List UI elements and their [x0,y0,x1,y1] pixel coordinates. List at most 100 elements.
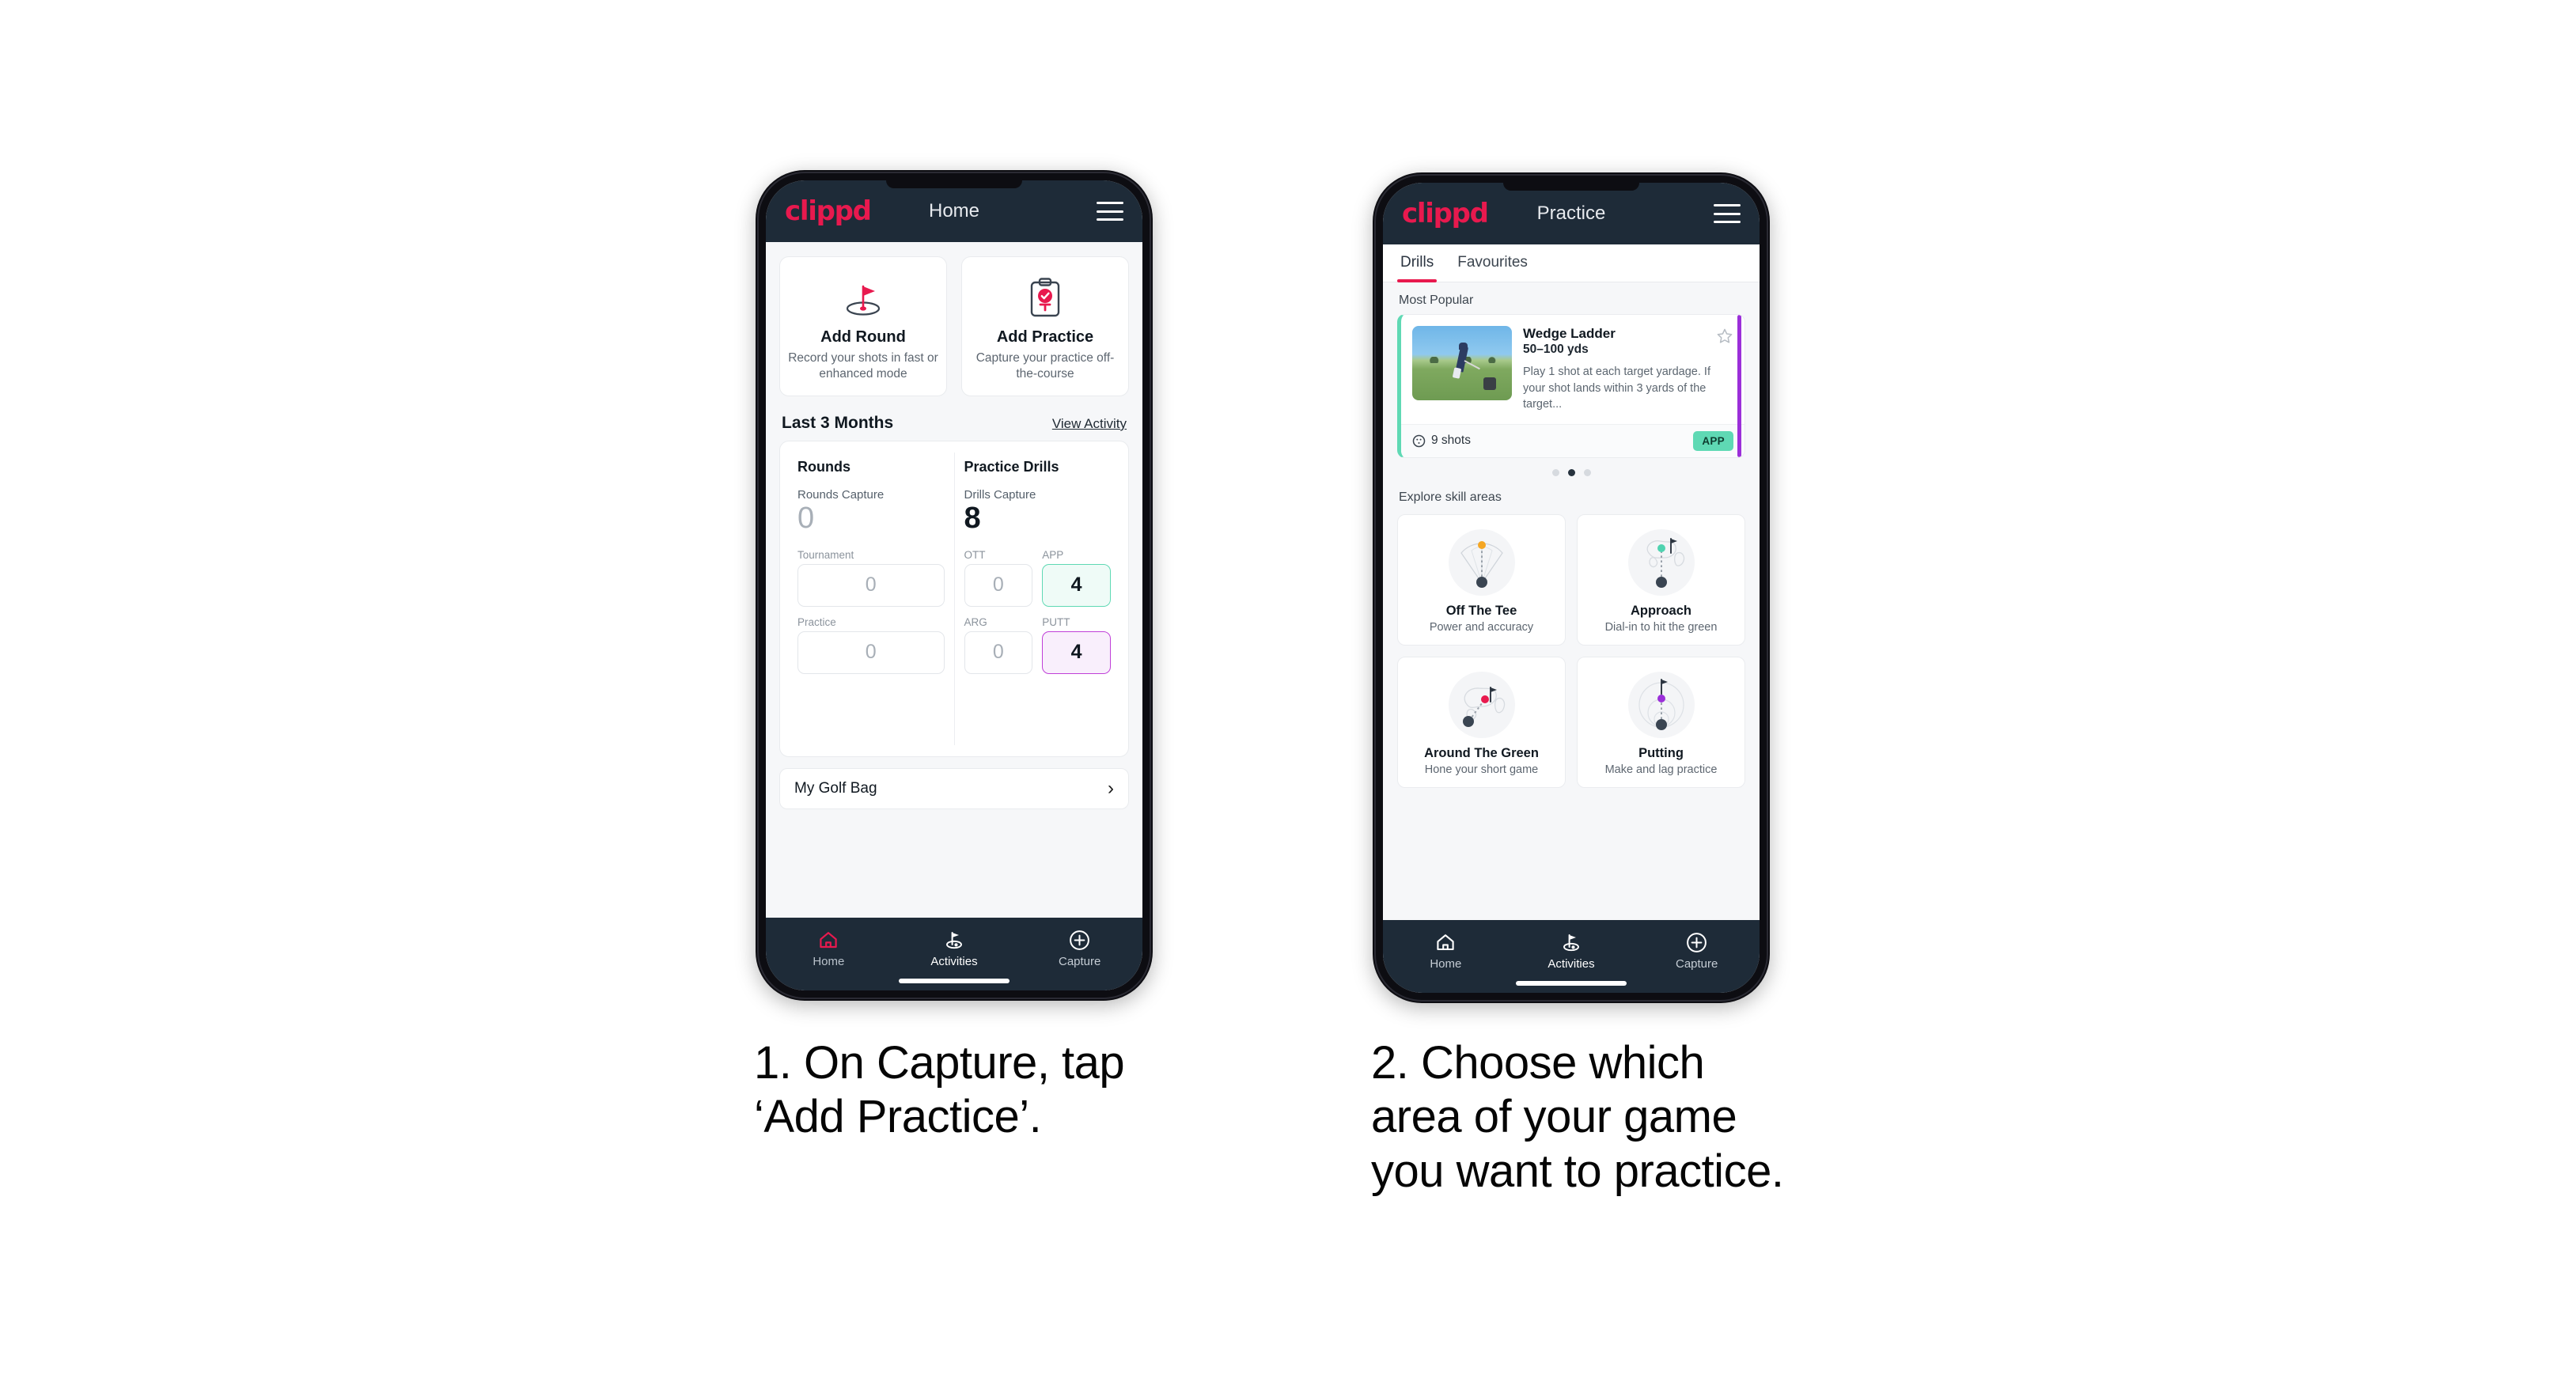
add-practice-card[interactable]: Add Practice Capture your practice off-t… [961,256,1129,396]
drill-shots: 9 shots [1412,434,1471,448]
carousel-dot-active[interactable] [1567,468,1575,476]
drills-heading: Practice Drills [964,458,1059,475]
home-icon [766,928,892,952]
caption-step-2: 2. Choose which area of your game you wa… [1371,1037,1784,1197]
tab-drills[interactable]: Drills [1396,254,1438,282]
add-round-card[interactable]: Add Round Record your shots in fast or e… [779,256,947,396]
poster-canvas: clippd Home Add Round Record your shots … [0,0,2576,1386]
add-practice-title: Add Practice [996,328,1094,346]
drills-arg-label: ARG [964,615,987,628]
drill-yardage: 50–100 yds [1523,343,1589,356]
phone2-notch [1503,183,1639,191]
drills-app-value: 4 [1042,563,1111,607]
nav-home-label: Home [813,955,845,968]
nav-home[interactable]: Home [1383,930,1509,971]
rounds-column: Rounds Rounds Capture 0 Tournament 0 Pra… [788,453,954,745]
clipboard-check-tee-icon [1025,273,1066,322]
drill-card-footer: 9 shots APP [1401,423,1744,457]
carousel-dots [1383,458,1760,479]
rounds-practice-value: 0 [797,631,945,674]
activity-section-header: Last 3 Months View Activity [766,396,1142,441]
phone1-screen: clippd Home Add Round Record your shots … [766,180,1142,990]
drills-putt-stat[interactable]: PUTT 4 [1042,616,1111,674]
skill-subtitle: Dial-in to hit the green [1604,620,1718,634]
clock-icon [1412,434,1426,447]
plus-circle-icon [1634,930,1760,954]
rounds-capture-label: Rounds Capture [797,487,885,502]
drill-title: Wedge Ladder [1523,326,1616,341]
hamburger-icon[interactable] [1097,202,1123,221]
off-the-tee-icon [1445,526,1518,599]
practice-tabs: Drills Favourites [1383,244,1760,282]
approach-icon [1625,526,1698,599]
nav-capture-label: Capture [1058,955,1101,968]
nav-activities-label: Activities [1547,957,1595,971]
skill-card-approach[interactable]: Approach Dial-in to hit the green [1577,513,1745,646]
drills-app-stat[interactable]: APP 4 [1042,549,1111,607]
phone1-body: Add Round Record your shots in fast or e… [766,242,1142,918]
drills-column: Practice Drills Drills Capture 8 OTT 0 A… [953,452,1121,745]
home-indicator [899,979,1010,983]
add-round-subtitle: Record your shots in fast or enhanced mo… [788,351,938,381]
hamburger-icon[interactable] [1714,204,1741,223]
skill-subtitle: Make and lag practice [1604,763,1718,776]
drill-category-badge: APP [1693,430,1733,451]
nav-capture[interactable]: Capture [1017,928,1142,968]
rounds-practice-label: Practice [797,615,836,628]
next-drill-peek [1737,315,1741,457]
phone1-appbar: clippd Home [766,180,1142,242]
tab-favourites[interactable]: Favourites [1457,254,1528,282]
home-indicator [1516,981,1627,986]
skill-card-off-the-tee[interactable]: Off The Tee Power and accuracy [1397,513,1566,646]
skill-title: Putting [1638,745,1684,760]
drills-arg-stat[interactable]: ARG 0 [964,616,1033,674]
plus-circle-icon [1017,928,1142,952]
drills-app-label: APP [1042,548,1064,561]
skill-areas-grid: Off The Tee Power and accuracy Approach … [1383,511,1760,788]
explore-skill-areas-label: Explore skill areas [1399,490,1502,504]
most-popular-label: Most Popular [1399,293,1474,307]
nav-home[interactable]: Home [766,928,892,968]
add-round-title: Add Round [820,328,906,346]
nav-capture[interactable]: Capture [1634,930,1760,971]
phone1-notch [886,180,1022,188]
golf-flag-hole-icon [839,273,887,322]
golf-flag-icon [892,928,1017,952]
skill-card-around-the-green[interactable]: Around The Green Hone your short game [1397,656,1566,788]
rounds-practice-stat[interactable]: Practice 0 [797,616,945,674]
drills-ott-value: 0 [964,563,1033,607]
nav-capture-label: Capture [1675,957,1718,971]
drill-card-top: Wedge Ladder 50–100 yds Play 1 shot at e… [1401,315,1744,424]
skill-card-putting[interactable]: Putting Make and lag practice [1577,656,1745,788]
clippd-logo: clippd [785,195,872,227]
caption-step-1: 1. On Capture, tap ‘Add Practice’. [754,1037,1125,1143]
skill-title: Around The Green [1424,745,1539,760]
clippd-logo: clippd [1402,198,1489,229]
drill-thumbnail [1412,326,1512,400]
phone1-bottom-nav: Home Activities Capture [766,918,1142,990]
my-golf-bag-row[interactable]: My Golf Bag › [779,767,1129,809]
rounds-tournament-label: Tournament [797,548,854,561]
putting-icon [1625,668,1698,741]
carousel-dot[interactable] [1551,468,1559,476]
drills-ott-label: OTT [964,548,986,561]
view-activity-link[interactable]: View Activity [1052,416,1127,432]
drill-info: Wedge Ladder 50–100 yds Play 1 shot at e… [1523,326,1733,413]
phone2-screen: clippd Practice Drills Favourites Most P… [1383,183,1760,993]
rounds-breakdown: Tournament 0 Practice 0 [797,549,945,684]
skill-subtitle: Hone your short game [1424,763,1539,776]
nav-activities[interactable]: Activities [892,928,1017,968]
nav-activities[interactable]: Activities [1509,930,1635,971]
drills-breakdown: OTT 0 APP 4 ARG 0 PUTT 4 [964,549,1111,684]
around-the-green-icon [1445,668,1518,741]
drill-card-wedge-ladder[interactable]: Wedge Ladder 50–100 yds Play 1 shot at e… [1397,314,1745,458]
rounds-capture-value: 0 [797,501,815,535]
carousel-dot[interactable] [1583,468,1591,476]
drills-capture-value: 8 [964,501,981,535]
phone-mockup-home: clippd Home Add Round Record your shots … [756,170,1153,1001]
drills-ott-stat[interactable]: OTT 0 [964,549,1033,607]
chevron-right-icon: › [1108,777,1114,799]
star-outline-icon[interactable] [1716,328,1733,349]
stats-card: Rounds Rounds Capture 0 Tournament 0 Pra… [779,440,1129,757]
rounds-tournament-stat[interactable]: Tournament 0 [797,549,945,607]
